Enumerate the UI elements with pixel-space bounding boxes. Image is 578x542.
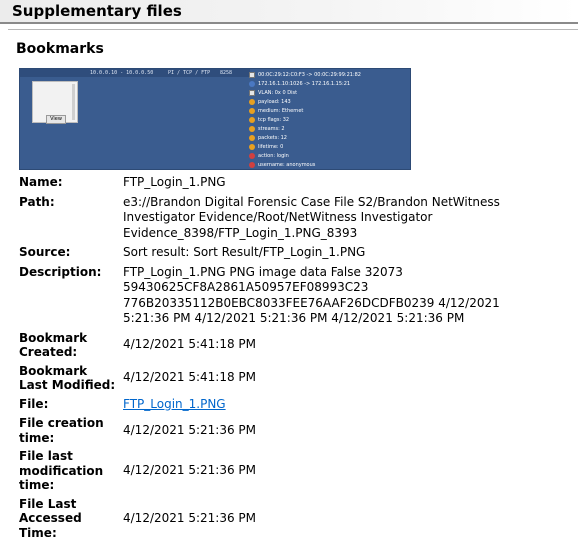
bullet-icon: [249, 126, 255, 132]
section-header: Supplementary files: [0, 0, 578, 22]
thumbnail-session-text: 172.16.1.10:1026 -> 172.16.1.15:21: [258, 81, 350, 87]
label-line: Last Modified:: [19, 378, 123, 393]
description-label: Description:: [16, 263, 123, 329]
thumbnail-session-item: packets: 12: [249, 134, 409, 143]
property-row-description: Description: FTP_Login_1.PNG PNG image d…: [16, 263, 543, 329]
property-row-file-creation: File creation time: 4/12/2021 5:21:36 PM: [16, 414, 543, 447]
thumbnail-session-list: 00:0C:29:12:C0:F3 -> 00:0C:29:99:21:82 17…: [249, 70, 409, 170]
source-label: Source:: [16, 243, 123, 263]
property-row-bookmark-modified: Bookmark Last Modified: 4/12/2021 5:41:1…: [16, 362, 543, 395]
thumbnail-session-text: username: anonymous: [258, 162, 315, 168]
bullet-icon: [249, 99, 255, 105]
thumbnail-session-item: lifetime: 0: [249, 143, 409, 152]
description-value: FTP_Login_1.PNG PNG image data False 320…: [123, 263, 543, 329]
label-line: File creation: [19, 416, 123, 431]
label-line: File last: [19, 449, 123, 464]
label-line: time:: [19, 431, 123, 446]
path-line: Evidence_8398/FTP_Login_1.PNG_8393: [123, 226, 543, 242]
path-line: e3://Brandon Digital Forensic Case File …: [123, 195, 543, 211]
property-row-file-last-accessed: File Last Accessed Time: 4/12/2021 5:21:…: [16, 495, 543, 542]
thumbnail-session-text: lifetime: 0: [258, 144, 283, 150]
description-line: 59430625CF8A2861A50957EF08993C23: [123, 280, 543, 296]
bookmarks-heading: Bookmarks: [16, 41, 104, 57]
bookmark-modified-label: Bookmark Last Modified:: [16, 362, 123, 395]
label-line: time:: [19, 478, 123, 493]
thumbnail-session-item: VLAN: 0x 0 Dist: [249, 88, 409, 97]
thumbnail-session-text: streams: 2: [258, 126, 285, 132]
bookmark-properties-table: Name: FTP_Login_1.PNG Path: e3://Brandon…: [16, 173, 543, 542]
property-row-file: File: FTP_Login_1.PNG: [16, 395, 543, 415]
property-row-file-last-modification: File last modification time: 4/12/2021 5…: [16, 447, 543, 495]
bullet-icon: [249, 108, 255, 114]
thumbnail-session-item: username: anonymous: [249, 161, 409, 170]
label-line: Accessed: [19, 511, 123, 526]
thumbnail-text: PI / TCP / FTP: [168, 70, 210, 76]
path-line: Investigator Evidence/Root/NetWitness In…: [123, 210, 543, 226]
node-icon: [249, 90, 255, 96]
label-line: modification: [19, 464, 123, 479]
thumbnail-session-item: action: login: [249, 152, 409, 161]
bookmark-created-label: Bookmark Created:: [16, 329, 123, 362]
name-label: Name:: [16, 173, 123, 193]
file-creation-value: 4/12/2021 5:21:36 PM: [123, 414, 543, 447]
bookmarks-heading-bar: Bookmarks: [0, 29, 578, 30]
bullet-icon: [249, 162, 255, 168]
thumbnail-session-text: tcp flags: 32: [258, 117, 289, 123]
label-line: Created:: [19, 345, 123, 360]
thumbnail-session-item: 00:0C:29:12:C0:F3 -> 00:0C:29:99:21:82: [249, 70, 409, 79]
bookmarks-divider: [8, 29, 578, 30]
description-line: FTP_Login_1.PNG PNG image data False 320…: [123, 265, 543, 281]
thumbnail-session-item: streams: 2: [249, 125, 409, 134]
thumbnail-session-item: medium: Ethernet: [249, 106, 409, 115]
thumbnail-session-item: payload: 143: [249, 97, 409, 106]
file-link[interactable]: FTP_Login_1.PNG: [123, 397, 226, 411]
thumbnail-text: 8258: [220, 70, 232, 76]
thumbnail-scrollbar: [72, 84, 75, 120]
property-row-source: Source: Sort result: Sort Result/FTP_Log…: [16, 243, 543, 263]
thumbnail-session-item: 172.16.1.10:1026 -> 172.16.1.15:21: [249, 79, 409, 88]
label-line: File Last: [19, 497, 123, 512]
file-label: File:: [16, 395, 123, 415]
thumbnail-session-text: payload: 143: [258, 99, 291, 105]
property-row-name: Name: FTP_Login_1.PNG: [16, 173, 543, 193]
file-value-cell: FTP_Login_1.PNG: [123, 395, 543, 415]
thumbnail-view-button: View: [46, 115, 66, 124]
label-line: Bookmark: [19, 364, 123, 379]
file-creation-label: File creation time:: [16, 414, 123, 447]
thumbnail-session-text: packets: 12: [258, 135, 287, 141]
bullet-icon: [249, 81, 255, 87]
file-last-modification-value: 4/12/2021 5:21:36 PM: [123, 447, 543, 495]
label-line: Bookmark: [19, 331, 123, 346]
thumbnail-session-item: tcp flags: 32: [249, 115, 409, 124]
thumbnail-text: 10.0.0.10 - 10.0.0.50: [90, 70, 153, 76]
section-divider: [0, 22, 578, 24]
bullet-icon: [249, 144, 255, 150]
path-label: Path:: [16, 193, 123, 244]
file-last-accessed-value: 4/12/2021 5:21:36 PM: [123, 495, 543, 542]
bullet-icon: [249, 117, 255, 123]
name-value: FTP_Login_1.PNG: [123, 173, 543, 193]
description-line: 776B20335112B0EBC8033FEE76AAF26DCDFB0239…: [123, 296, 543, 312]
thumbnail-session-text: VLAN: 0x 0 Dist: [258, 90, 297, 96]
thumbnail-session-text: action: login: [258, 153, 289, 159]
bullet-icon: [249, 153, 255, 159]
file-last-accessed-label: File Last Accessed Time:: [16, 495, 123, 542]
bullet-icon: [249, 135, 255, 141]
label-line: Time:: [19, 526, 123, 541]
screenshot-thumbnail[interactable]: 10.0.0.10 - 10.0.0.50 PI / TCP / FTP 825…: [19, 68, 411, 170]
description-line: 5:21:36 PM 4/12/2021 5:21:36 PM 4/12/202…: [123, 311, 543, 327]
thumbnail-session-text: 00:0C:29:12:C0:F3 -> 00:0C:29:99:21:82: [258, 72, 361, 78]
property-row-path: Path: e3://Brandon Digital Forensic Case…: [16, 193, 543, 244]
source-value: Sort result: Sort Result/FTP_Login_1.PNG: [123, 243, 543, 263]
file-last-modification-label: File last modification time:: [16, 447, 123, 495]
thumbnail-session-text: medium: Ethernet: [258, 108, 303, 114]
property-row-bookmark-created: Bookmark Created: 4/12/2021 5:41:18 PM: [16, 329, 543, 362]
section-title: Supplementary files: [12, 2, 182, 20]
bookmark-created-value: 4/12/2021 5:41:18 PM: [123, 329, 543, 362]
bookmark-modified-value: 4/12/2021 5:41:18 PM: [123, 362, 543, 395]
node-icon: [249, 72, 255, 78]
path-value: e3://Brandon Digital Forensic Case File …: [123, 193, 543, 244]
